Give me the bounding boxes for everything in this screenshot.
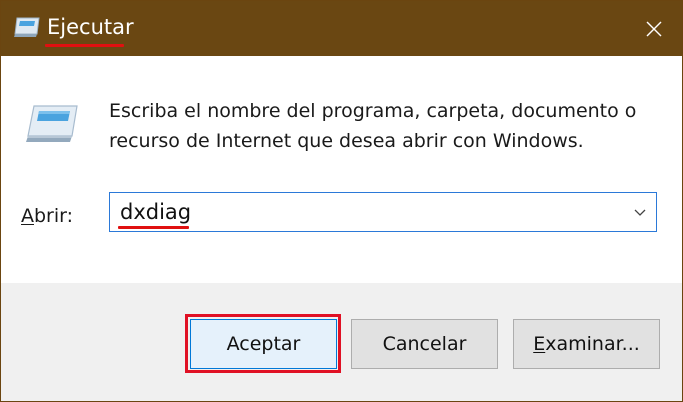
title-bar[interactable]: Ejecutar (1, 1, 682, 56)
close-icon (646, 21, 662, 36)
description-line-2: recurso de Internet que desea abrir con … (109, 130, 584, 152)
description-line-1: Escriba el nombre del programa, carpeta,… (109, 100, 637, 122)
window-title: Ejecutar (47, 15, 134, 39)
close-button[interactable] (626, 1, 682, 56)
title-annotation-underline (45, 44, 124, 47)
open-input[interactable]: dxdiag (120, 199, 191, 225)
dialog-content: Escriba el nombre del programa, carpeta,… (1, 56, 682, 283)
browse-button[interactable]: Examinar... (513, 319, 660, 369)
input-annotation-underline (118, 226, 189, 229)
run-icon (14, 17, 40, 37)
chevron-down-icon[interactable] (632, 205, 648, 219)
browse-label: xaminar... (545, 333, 640, 355)
open-label-accesskey: A (21, 205, 34, 227)
run-icon (26, 105, 78, 142)
dialog-description: Escriba el nombre del programa, carpeta,… (109, 96, 649, 156)
accept-button[interactable]: Aceptar (190, 319, 337, 369)
open-combobox[interactable]: dxdiag (109, 192, 657, 232)
cancel-button[interactable]: Cancelar (351, 319, 498, 369)
browse-accesskey: E (533, 333, 546, 355)
run-dialog-window: Ejecutar Escriba el nombre del programa,… (0, 0, 683, 402)
open-label-text: brir: (34, 205, 74, 227)
open-field-label: Abrir: (21, 204, 73, 228)
